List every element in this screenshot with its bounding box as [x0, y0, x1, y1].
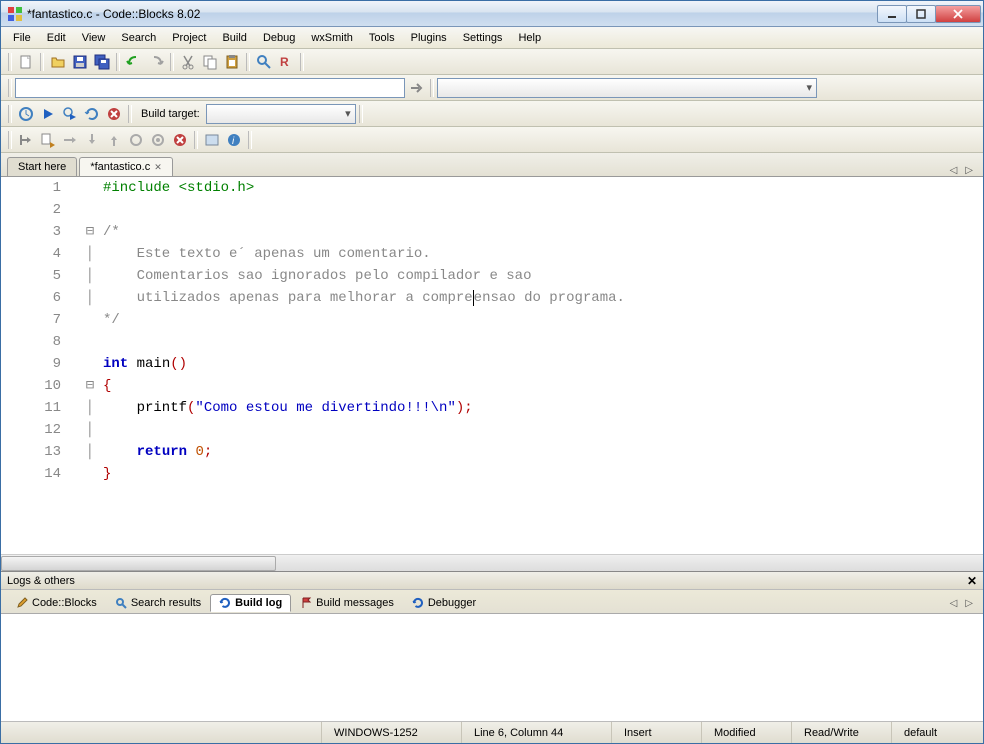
find-button[interactable]	[253, 51, 275, 73]
editor-container: 1234567891011121314 #include <stdio.h> ⊟…	[1, 177, 983, 571]
file-tab-label: Start here	[18, 161, 66, 173]
log-tab-label: Build messages	[316, 597, 394, 609]
refresh-icon	[219, 597, 231, 609]
debug-next-instr-button[interactable]	[125, 129, 147, 151]
logs-content[interactable]	[1, 614, 983, 721]
file-tab[interactable]: Start here	[7, 157, 77, 176]
logtab-next-button[interactable]: ▷	[961, 598, 977, 609]
rebuild-button[interactable]	[81, 103, 103, 125]
debug-stepout-button[interactable]	[103, 129, 125, 151]
log-tab[interactable]: Build messages	[291, 594, 403, 612]
titlebar: *fantastico.c - Code::Blocks 8.02	[1, 1, 983, 27]
menubar: FileEditViewSearchProjectBuildDebugwxSmi…	[1, 27, 983, 49]
log-tab-label: Code::Blocks	[32, 597, 97, 609]
save-all-button[interactable]	[91, 51, 113, 73]
maximize-button[interactable]	[906, 5, 936, 23]
flag-icon	[300, 597, 312, 609]
status-insert: Insert	[611, 722, 701, 743]
refresh-icon	[412, 597, 424, 609]
status-encoding: WINDOWS-1252	[321, 722, 461, 743]
run-button[interactable]	[37, 103, 59, 125]
log-tab-label: Build log	[235, 597, 282, 609]
file-tab[interactable]: *fantastico.c ✕	[79, 157, 172, 176]
toolbar-search	[1, 75, 983, 101]
status-profile: default	[891, 722, 983, 743]
log-tab[interactable]: Code::Blocks	[7, 594, 106, 612]
menu-wxsmith[interactable]: wxSmith	[303, 30, 361, 46]
menu-debug[interactable]: Debug	[255, 30, 303, 46]
open-button[interactable]	[47, 51, 69, 73]
logs-close-button[interactable]: ✕	[967, 574, 977, 588]
toolbar-build: Build target:	[1, 101, 983, 127]
redo-button[interactable]	[145, 51, 167, 73]
debug-stop-button[interactable]	[169, 129, 191, 151]
debug-run-cursor-button[interactable]	[37, 129, 59, 151]
toolbar-main: R	[1, 49, 983, 75]
save-button[interactable]	[69, 51, 91, 73]
menu-build[interactable]: Build	[214, 30, 254, 46]
app-window: *fantastico.c - Code::Blocks 8.02 FileEd…	[0, 0, 984, 744]
status-position: Line 6, Column 44	[461, 722, 611, 743]
new-file-button[interactable]	[15, 51, 37, 73]
build-button[interactable]	[15, 103, 37, 125]
log-tab-label: Search results	[131, 597, 201, 609]
build-run-button[interactable]	[59, 103, 81, 125]
logs-panel: Logs & others ✕ Code::Blocks Search resul…	[1, 571, 983, 721]
replace-button[interactable]: R	[275, 51, 297, 73]
logs-title: Logs & others	[7, 575, 967, 587]
debug-info-button[interactable]: i	[223, 129, 245, 151]
minimize-button[interactable]	[877, 5, 907, 23]
status-readwrite: Read/Write	[791, 722, 891, 743]
abort-button[interactable]	[103, 103, 125, 125]
status-spacer	[1, 722, 321, 743]
menu-edit[interactable]: Edit	[39, 30, 74, 46]
editor-hscrollbar[interactable]	[1, 554, 983, 571]
menu-search[interactable]: Search	[113, 30, 164, 46]
debug-into-instr-button[interactable]	[147, 129, 169, 151]
window-title: *fantastico.c - Code::Blocks 8.02	[27, 7, 878, 21]
log-tab[interactable]: Debugger	[403, 594, 485, 612]
menu-help[interactable]: Help	[510, 30, 549, 46]
build-target-label: Build target:	[135, 108, 206, 120]
menu-tools[interactable]: Tools	[361, 30, 403, 46]
menu-file[interactable]: File	[5, 30, 39, 46]
paste-button[interactable]	[221, 51, 243, 73]
svg-text:R: R	[280, 55, 289, 69]
close-icon[interactable]: ✕	[154, 162, 162, 173]
cut-button[interactable]	[177, 51, 199, 73]
debug-windows-button[interactable]	[201, 129, 223, 151]
search-icon	[115, 597, 127, 609]
menu-view[interactable]: View	[74, 30, 114, 46]
close-button[interactable]	[935, 5, 981, 23]
log-tab-label: Debugger	[428, 597, 476, 609]
menu-plugins[interactable]: Plugins	[403, 30, 455, 46]
statusbar: WINDOWS-1252 Line 6, Column 44 Insert Mo…	[1, 721, 983, 743]
pencil-icon	[16, 597, 28, 609]
debug-next-button[interactable]	[59, 129, 81, 151]
toolbar-debug: i	[1, 127, 983, 153]
app-icon	[7, 6, 23, 22]
copy-button[interactable]	[199, 51, 221, 73]
status-modified: Modified	[701, 722, 791, 743]
code-editor[interactable]: 1234567891011121314 #include <stdio.h> ⊟…	[1, 177, 983, 554]
file-tab-label: *fantastico.c	[90, 161, 150, 173]
undo-button[interactable]	[123, 51, 145, 73]
search-go-button[interactable]	[405, 77, 427, 99]
menu-project[interactable]: Project	[164, 30, 214, 46]
menu-settings[interactable]: Settings	[455, 30, 511, 46]
tab-next-button[interactable]: ▷	[961, 165, 977, 176]
logtab-prev-button[interactable]: ◁	[946, 598, 962, 609]
context-select[interactable]	[437, 78, 817, 98]
search-input[interactable]	[15, 78, 405, 98]
log-tab[interactable]: Build log	[210, 594, 291, 612]
debug-step-button[interactable]	[15, 129, 37, 151]
editor-tabbar: Start here *fantastico.c ✕ ◁ ▷	[1, 153, 983, 177]
debug-stepinto-button[interactable]	[81, 129, 103, 151]
log-tab[interactable]: Search results	[106, 594, 210, 612]
build-target-select[interactable]	[206, 104, 356, 124]
tab-prev-button[interactable]: ◁	[946, 165, 962, 176]
